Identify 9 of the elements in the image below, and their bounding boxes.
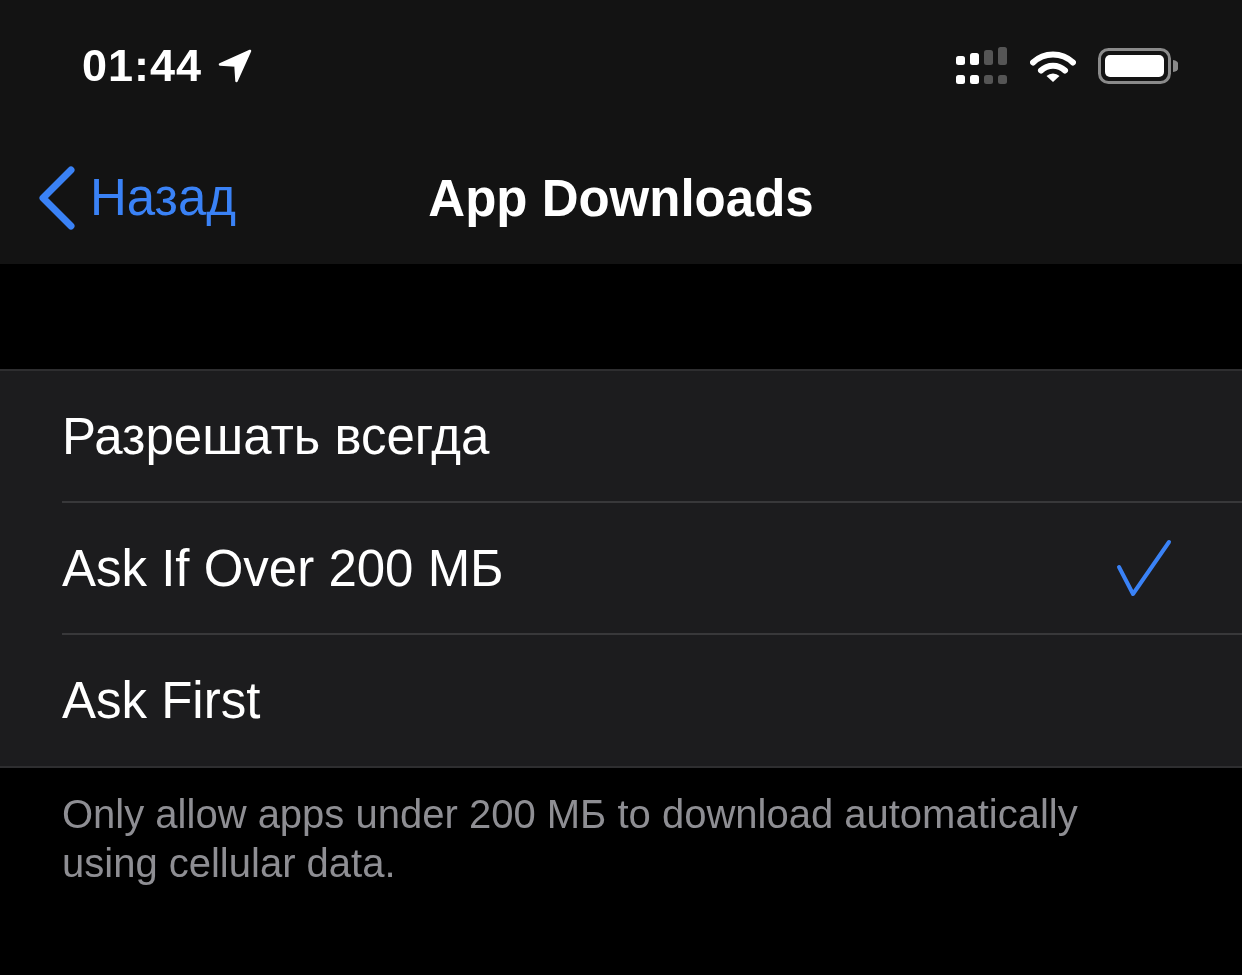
page-title: App Downloads (428, 168, 814, 228)
back-button[interactable]: Назад (38, 166, 237, 230)
wifi-icon (1030, 49, 1076, 83)
battery-icon (1098, 48, 1178, 84)
chevron-icon (38, 166, 76, 230)
status-time: 01:44 (82, 40, 203, 92)
signal-icon (956, 47, 1008, 85)
footer-note: Only allow apps under 200 МБ to download automatically using cellular data. (61, 791, 1079, 887)
location-arrow-icon (218, 49, 253, 83)
